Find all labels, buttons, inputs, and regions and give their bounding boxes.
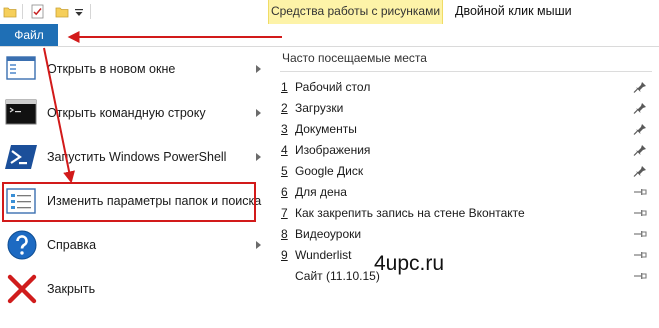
menu-item-help[interactable]: Справка: [0, 223, 271, 267]
help-icon: [7, 230, 37, 260]
folder-icon[interactable]: [3, 4, 17, 19]
recent-list-item[interactable]: 8 Видеоуроки: [272, 224, 659, 245]
toolbar-separator: [22, 4, 23, 19]
recent-item-number: 7: [281, 206, 288, 220]
recent-item-label: Видеоуроки: [295, 227, 362, 241]
customize-dropdown-icon[interactable]: [74, 4, 84, 19]
picture-tools-tab[interactable]: Средства работы с рисунками: [268, 0, 443, 24]
frequent-places-panel: Часто посещаемые места 1 Рабочий стол 2 Заг…: [272, 47, 659, 328]
menu-item-label: Открыть в новом окне: [47, 62, 176, 76]
pinned-icon[interactable]: [633, 102, 647, 114]
menu-item-close[interactable]: Закрыть: [0, 267, 271, 311]
menu-item-label: Запустить Windows PowerShell: [47, 150, 227, 164]
menu-item-powershell[interactable]: Запустить Windows PowerShell: [0, 135, 271, 179]
powershell-icon: [5, 145, 37, 169]
menu-item-open-new-window[interactable]: Открыть в новом окне: [0, 47, 271, 91]
recent-item-label: Изображения: [295, 143, 371, 157]
window-title: Двойной клик мыши: [455, 4, 572, 18]
recent-list-item[interactable]: 9 Wunderlist: [272, 245, 659, 266]
new-window-icon: [6, 56, 36, 80]
properties-check-icon[interactable]: [30, 4, 45, 19]
menu-item-label: Закрыть: [47, 282, 96, 296]
title-bar: Средства работы с рисунками Двойной клик…: [0, 0, 659, 24]
pinned-icon[interactable]: [633, 81, 647, 93]
recent-list-item[interactable]: 5 Google Диск: [272, 161, 659, 182]
toolbar-separator: [90, 4, 91, 19]
recent-item-number: 1: [281, 80, 288, 94]
file-tab[interactable]: Файл: [0, 24, 58, 46]
recent-item-number: 4: [281, 143, 288, 157]
recent-item-label: Сайт (11.10.15): [295, 269, 380, 283]
annotation-highlight-box: [2, 182, 256, 222]
recent-list-item[interactable]: 1 Рабочий стол: [272, 77, 659, 98]
submenu-arrow-icon: [256, 241, 261, 249]
recent-item-number: 5: [281, 164, 288, 178]
submenu-arrow-icon: [256, 109, 261, 117]
pinned-icon[interactable]: [633, 123, 647, 135]
recent-item-label: Для дена: [295, 185, 347, 199]
close-icon: [7, 274, 37, 304]
recent-item-number: 9: [281, 248, 288, 262]
pinned-icon[interactable]: [633, 165, 647, 177]
divider: [280, 71, 652, 72]
unpinned-icon[interactable]: [633, 186, 647, 198]
submenu-arrow-icon: [256, 153, 261, 161]
recent-item-number: 3: [281, 122, 288, 136]
submenu-arrow-icon: [256, 65, 261, 73]
file-menu-commands: Открыть в новом окне Открыть командную с…: [0, 47, 273, 328]
recent-header: Часто посещаемые места: [282, 51, 427, 65]
recent-item-label: Google Диск: [295, 164, 364, 178]
recent-item-number: 8: [281, 227, 288, 241]
recent-item-number: 2: [281, 101, 288, 115]
new-folder-icon[interactable]: [55, 4, 69, 19]
watermark: 4upc.ru: [374, 252, 445, 275]
menu-item-label: Открыть командную строку: [47, 106, 206, 120]
unpinned-icon[interactable]: [633, 249, 647, 261]
recent-item-label: Документы: [295, 122, 357, 136]
unpinned-icon[interactable]: [633, 270, 647, 282]
recent-list-item[interactable]: 6 Для дена: [272, 182, 659, 203]
recent-list-item[interactable]: 4 Изображения: [272, 140, 659, 161]
recent-item-label: Рабочий стол: [295, 80, 371, 94]
recent-list-item[interactable]: 2 Загрузки: [272, 98, 659, 119]
unpinned-icon[interactable]: [633, 207, 647, 219]
recent-item-label: Загрузки: [295, 101, 344, 115]
ribbon-tab-strip: [0, 24, 659, 47]
recent-list-item[interactable]: 7 Как закрепить запись на стене Вконтакте: [272, 203, 659, 224]
recent-item-label: Как закрепить запись на стене Вконтакте: [295, 206, 525, 220]
unpinned-icon[interactable]: [633, 228, 647, 240]
pinned-icon[interactable]: [633, 144, 647, 156]
recent-item-label: Wunderlist: [295, 248, 352, 262]
command-prompt-icon: [5, 99, 37, 125]
menu-item-open-command-prompt[interactable]: Открыть командную строку: [0, 91, 271, 135]
recent-item-number: 6: [281, 185, 288, 199]
recent-list-item[interactable]: 3 Документы: [272, 119, 659, 140]
menu-item-label: Справка: [47, 238, 97, 252]
recent-list-item[interactable]: Сайт (11.10.15): [272, 266, 659, 287]
